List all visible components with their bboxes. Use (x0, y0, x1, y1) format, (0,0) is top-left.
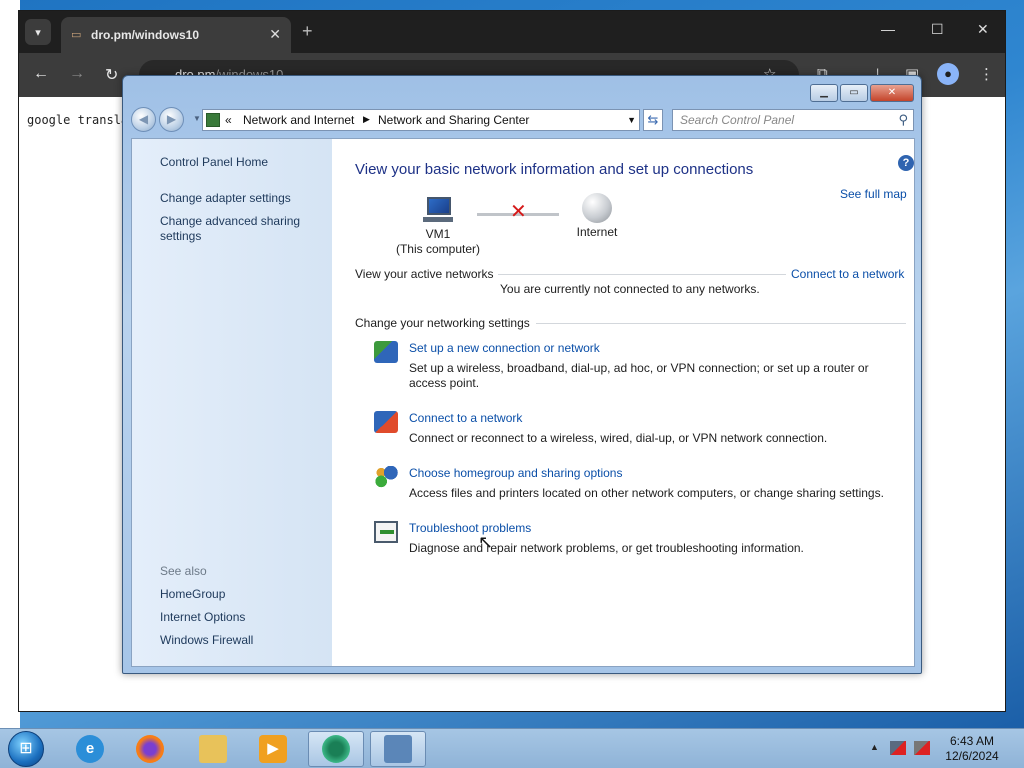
profile-icon[interactable]: ● (937, 63, 959, 85)
page-text: google transla (27, 113, 129, 127)
show-hidden-icons-chevron-icon[interactable]: ▲ (870, 742, 879, 752)
node-computer-name: VM1 (425, 227, 451, 241)
network-folder-icon (206, 113, 220, 127)
nav-change-adapter-settings[interactable]: Change adapter settings (160, 191, 291, 206)
search-input[interactable]: Search Control Panel ⚲ (672, 109, 914, 131)
taskbar: ⊞ e ▶ ▲ 6:43 AM 12/6/2024 (0, 728, 1024, 768)
divider (498, 274, 786, 275)
disconnected-x-icon[interactable]: ✕ (510, 199, 527, 224)
taskbar-firefox[interactable] (122, 731, 178, 767)
globe-icon (582, 193, 612, 223)
breadcrumb-network-sharing-center[interactable]: Network and Sharing Center (378, 113, 529, 127)
see-full-map-link[interactable]: See full map (840, 187, 907, 201)
desktop-edge (0, 0, 20, 728)
menu-icon[interactable]: ⋮ (979, 65, 994, 83)
node-computer-sub: (This computer) (395, 242, 481, 256)
nav-internet-options[interactable]: Internet Options (160, 610, 245, 625)
active-networks-label: View your active networks (355, 267, 494, 281)
internet-explorer-icon: e (76, 735, 104, 763)
back-button[interactable]: ◀ (131, 107, 156, 132)
task-description: Access files and printers located on oth… (409, 486, 884, 500)
clock-time: 6:43 AM (949, 734, 995, 748)
connect-to-network-link[interactable]: Connect to a network (791, 267, 904, 281)
window-content: Control Panel Home Change adapter settin… (131, 138, 915, 667)
node-internet-label: Internet (576, 225, 618, 239)
windows-logo-icon: ⊞ (8, 731, 44, 767)
maximize-button[interactable]: ▭ (840, 84, 868, 102)
breadcrumb-overflow[interactable]: « (225, 113, 232, 127)
connect-network-icon (374, 411, 398, 433)
left-nav-pane: Control Panel Home Change adapter settin… (132, 139, 332, 666)
maximize-icon[interactable]: ☐ (931, 21, 944, 38)
task-link[interactable]: Connect to a network (409, 411, 522, 425)
volume-muted-icon[interactable] (914, 741, 930, 755)
favicon-icon: ▭ (71, 29, 82, 41)
divider (536, 323, 906, 324)
browser-app-icon (322, 735, 350, 763)
forward-icon[interactable]: → (69, 65, 85, 83)
taskbar-ie[interactable]: e (62, 731, 118, 767)
task-link[interactable]: Troubleshoot problems (409, 521, 531, 535)
nav-advanced-line1: Change advanced sharing (160, 214, 301, 228)
taskbar-control-panel[interactable] (370, 731, 426, 767)
close-button[interactable]: ✕ (870, 84, 914, 102)
clock-date: 12/6/2024 (945, 749, 999, 763)
network-disconnected-icon[interactable] (890, 741, 906, 755)
close-window-icon[interactable]: ✕ (977, 21, 989, 38)
folder-icon (199, 735, 227, 763)
task-link[interactable]: Choose homegroup and sharing options (409, 466, 622, 480)
node-this-computer[interactable]: VM1 (This computer) (386, 197, 490, 257)
nav-advanced-line2: settings (160, 229, 202, 243)
nav-homegroup[interactable]: HomeGroup (160, 587, 225, 602)
new-tab-button[interactable]: + (302, 21, 313, 42)
control-panel-window: ▁ ▭ ✕ ◀ ▶ ▼ « Network and Internet ▶ Net… (122, 75, 922, 674)
tab-bar: ▾ ▭ dro.pm/windows10 ✕ + — ☐ ✕ (19, 11, 1005, 53)
tab-search-chevron-down-icon[interactable]: ▾ (25, 19, 51, 45)
homegroup-icon (374, 466, 398, 488)
window-caption-buttons: ▁ ▭ ✕ (808, 84, 914, 102)
refresh-icon[interactable]: ⇆ (643, 109, 663, 131)
search-icon[interactable]: ⚲ (898, 112, 908, 128)
troubleshoot-icon (374, 521, 398, 543)
media-player-icon: ▶ (259, 735, 287, 763)
address-chevron-down-icon[interactable]: ▼ (627, 115, 636, 125)
connection-status: You are currently not connected to any n… (500, 282, 760, 296)
see-also-heading: See also (160, 564, 207, 578)
nav-windows-firewall[interactable]: Windows Firewall (160, 633, 253, 648)
change-settings-label: Change your networking settings (355, 316, 530, 330)
tab-title: dro.pm/windows10 (91, 28, 200, 42)
navigation-bar: ◀ ▶ ▼ « Network and Internet ▶ Network a… (131, 106, 914, 134)
task-link[interactable]: Set up a new connection or network (409, 341, 600, 355)
breadcrumb-network-and-internet[interactable]: Network and Internet (243, 113, 354, 127)
breadcrumb[interactable]: « Network and Internet ▶ Network and Sha… (202, 109, 640, 131)
node-internet[interactable]: Internet (562, 193, 632, 240)
page-title: View your basic network information and … (355, 161, 754, 178)
new-connection-icon (374, 341, 398, 363)
firefox-icon (136, 735, 164, 763)
forward-button[interactable]: ▶ (159, 107, 184, 132)
nav-change-advanced-sharing[interactable]: Change advanced sharing settings (160, 214, 300, 244)
reload-icon[interactable]: ↻ (105, 65, 118, 85)
clock[interactable]: 6:43 AM 12/6/2024 (940, 734, 1004, 764)
minimize-icon[interactable]: — (881, 21, 895, 37)
taskbar-chrome[interactable] (308, 731, 364, 767)
nav-control-panel-home[interactable]: Control Panel Home (160, 155, 268, 170)
control-panel-icon (384, 735, 412, 763)
start-button[interactable]: ⊞ (4, 729, 48, 768)
taskbar-media-player[interactable]: ▶ (245, 731, 301, 767)
back-icon[interactable]: ← (33, 65, 49, 83)
tab-close-icon[interactable]: ✕ (269, 26, 281, 43)
main-pane: ? View your basic network information an… (332, 139, 916, 666)
computer-icon (423, 197, 453, 223)
breadcrumb-chevron-icon[interactable]: ▶ (363, 114, 370, 125)
mouse-cursor-icon: ↖ (478, 532, 494, 552)
minimize-button[interactable]: ▁ (810, 84, 838, 102)
task-description: Connect or reconnect to a wireless, wire… (409, 431, 828, 445)
browser-tab[interactable]: ▭ dro.pm/windows10 ✕ (61, 17, 291, 53)
task-description: Set up a wireless, broadband, dial-up, a… (409, 361, 869, 390)
taskbar-explorer[interactable] (185, 731, 241, 767)
search-placeholder: Search Control Panel (680, 113, 795, 127)
history-chevron-down-icon[interactable]: ▼ (193, 114, 201, 123)
help-icon[interactable]: ? (898, 155, 914, 171)
